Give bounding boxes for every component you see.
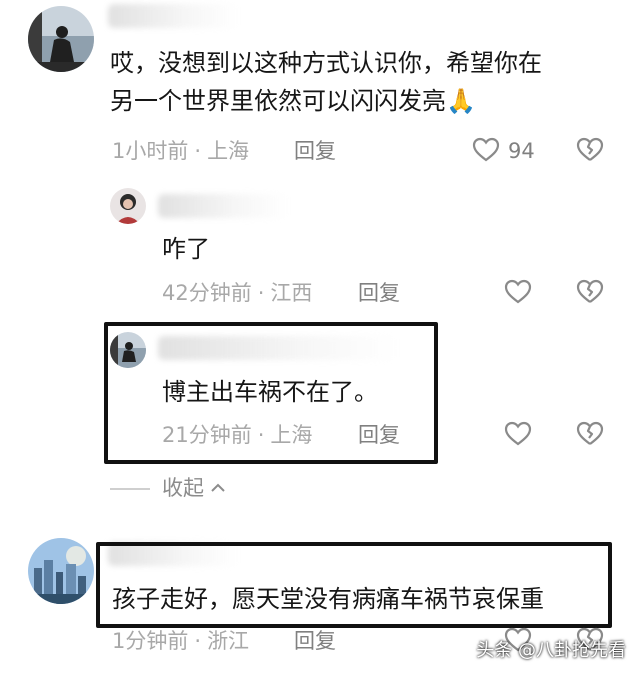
- avatar[interactable]: [28, 6, 94, 72]
- comment-text: 咋了: [162, 235, 210, 263]
- avatar[interactable]: [28, 538, 94, 604]
- username-blurred[interactable]: [158, 336, 398, 360]
- comment-text: 博主出车祸不在了。: [162, 378, 378, 406]
- collapse-divider: [110, 488, 150, 490]
- comment-meta: 1分钟前 · 浙江: [112, 629, 250, 653]
- comment-thread: 哎，没想到以这种方式认识你，希望你在 另一个世界里依然可以闪闪发亮🙏 1小时前 ·…: [0, 0, 640, 673]
- reply-button[interactable]: 回复: [294, 137, 336, 165]
- reply-button[interactable]: 回复: [358, 421, 400, 449]
- comment-meta: 1小时前 · 上海: [112, 139, 250, 163]
- heart-icon[interactable]: [472, 136, 500, 164]
- username-blurred[interactable]: [158, 194, 288, 218]
- broken-heart-icon[interactable]: [576, 278, 604, 306]
- broken-heart-icon[interactable]: [576, 136, 604, 164]
- like-count: 94: [508, 139, 535, 163]
- collapse-button[interactable]: 收起: [162, 474, 228, 502]
- username-blurred[interactable]: [108, 4, 238, 28]
- reply-button[interactable]: 回复: [294, 627, 336, 655]
- avatar[interactable]: [110, 188, 146, 224]
- broken-heart-icon[interactable]: [576, 420, 604, 448]
- reply-button[interactable]: 回复: [358, 279, 400, 307]
- avatar[interactable]: [110, 332, 146, 368]
- comment-text: 哎，没想到以这种方式认识你，希望你在 另一个世界里依然可以闪闪发亮🙏: [110, 49, 542, 115]
- collapse-label: 收起: [162, 476, 204, 500]
- comment-meta: 42分钟前 · 江西: [162, 281, 313, 305]
- comment-text: 孩子走好，愿天堂没有病痛车祸节哀保重: [112, 585, 544, 613]
- heart-icon[interactable]: [504, 278, 532, 306]
- comment-meta: 21分钟前 · 上海: [162, 423, 313, 447]
- praying-hands-emoji: 🙏: [446, 87, 476, 115]
- heart-icon[interactable]: [504, 420, 532, 448]
- watermark: 头条 @八卦抢先看: [476, 640, 626, 661]
- chevron-up-icon: [208, 478, 228, 498]
